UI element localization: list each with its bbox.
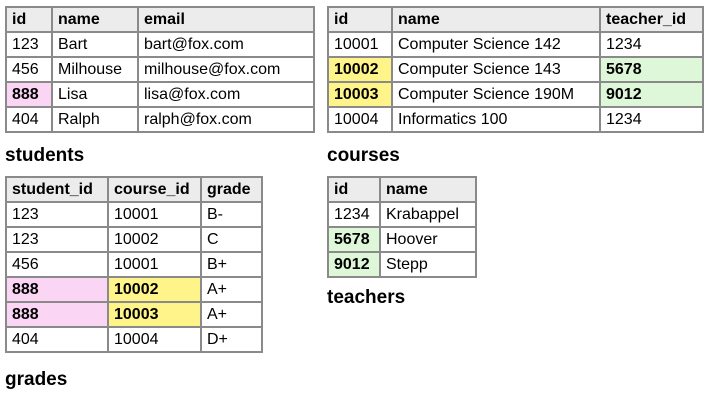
table-cell: 10002 [107,226,202,253]
table-cell: C [200,226,263,253]
table-row: 123 10001 B- [5,201,263,228]
grades-table: student_id course_id grade 123 10001 B- 123 100… [5,176,263,353]
table-row: 1234 Krabappel [327,201,477,228]
column-header: course_id [107,176,202,203]
column-header: id [327,176,381,203]
table-cell: 123 [5,226,109,253]
table-cell: 10001 [327,31,393,58]
table-cell: 123 [5,31,53,58]
table-cell: 5678 [327,226,381,253]
column-header: grade [200,176,263,203]
column-header: name [391,6,601,33]
table-cell: Computer Science 190M [391,81,601,108]
students-table-block: id name email 123 Bart bart@fox.com 456 Milhous… [5,6,315,133]
table-row: 5678 Hoover [327,226,477,253]
table-cell: D+ [200,326,263,353]
table-row: 888 10002 A+ [5,276,263,303]
table-row: 404 Ralph ralph@fox.com [5,106,315,133]
table-row: 9012 Stepp [327,251,477,278]
column-header: id [5,6,53,33]
students-caption: students [5,145,85,166]
courses-table: id name teacher_id 10001 Computer Science 14… [327,6,704,133]
header-row: student_id course_id grade [5,176,263,203]
students-table: id name email 123 Bart bart@fox.com 456 Milhous… [5,6,315,133]
table-cell: Milhouse [51,56,139,83]
table-cell: Computer Science 143 [391,56,601,83]
table-row: 404 10004 D+ [5,326,263,353]
table-cell: A+ [200,276,263,303]
header-row: id name teacher_id [327,6,704,33]
teachers-table: id name 1234 Krabappel 5678 Hoover 9012 Stepp [327,176,477,278]
table-row: 456 Milhouse milhouse@fox.com [5,56,315,83]
column-header: teacher_id [599,6,704,33]
table-cell: 888 [5,81,53,108]
table-cell: 10001 [107,201,202,228]
table-cell: 456 [5,56,53,83]
teachers-table-block: id name 1234 Krabappel 5678 Hoover 9012 Stepp [327,176,477,278]
table-row: 10004 Informatics 100 1234 [327,106,704,133]
table-cell: 10002 [107,276,202,303]
table-cell: 10002 [327,56,393,83]
table-cell: ralph@fox.com [137,106,315,133]
column-header: name [51,6,139,33]
table-cell: Krabappel [379,201,477,228]
table-cell: 10004 [107,326,202,353]
table-cell: 888 [5,276,109,303]
table-cell: lisa@fox.com [137,81,315,108]
table-row: 10001 Computer Science 142 1234 [327,31,704,58]
grades-caption: grades [5,369,68,390]
table-cell: Computer Science 142 [391,31,601,58]
table-cell: 10003 [327,81,393,108]
table-cell: B+ [200,251,263,278]
courses-table-block: id name teacher_id 10001 Computer Science 14… [327,6,704,133]
table-row: 123 10002 C [5,226,263,253]
table-cell: A+ [200,301,263,328]
table-cell: Bart [51,31,139,58]
column-header: id [327,6,393,33]
table-cell: 888 [5,301,109,328]
table-cell: Hoover [379,226,477,253]
courses-caption: courses [327,145,400,166]
table-cell: Informatics 100 [391,106,601,133]
table-cell: 5678 [599,56,704,83]
column-header: student_id [5,176,109,203]
table-cell: Lisa [51,81,139,108]
table-cell: 1234 [599,106,704,133]
table-row: 456 10001 B+ [5,251,263,278]
table-cell: B- [200,201,263,228]
teachers-caption: teachers [327,287,406,308]
table-cell: 123 [5,201,109,228]
column-header: email [137,6,315,33]
table-row: 888 10003 A+ [5,301,263,328]
table-row: 10002 Computer Science 143 5678 [327,56,704,83]
table-cell: bart@fox.com [137,31,315,58]
header-row: id name [327,176,477,203]
table-cell: milhouse@fox.com [137,56,315,83]
column-header: name [379,176,477,203]
header-row: id name email [5,6,315,33]
table-row: 10003 Computer Science 190M 9012 [327,81,704,108]
table-row: 888 Lisa lisa@fox.com [5,81,315,108]
table-cell: 9012 [599,81,704,108]
table-cell: 10004 [327,106,393,133]
table-row: 123 Bart bart@fox.com [5,31,315,58]
table-cell: 456 [5,251,109,278]
grades-table-block: student_id course_id grade 123 10001 B- 123 100… [5,176,263,353]
table-cell: 404 [5,326,109,353]
table-cell: Ralph [51,106,139,133]
table-cell: 404 [5,106,53,133]
table-cell: Stepp [379,251,477,278]
table-cell: 10003 [107,301,202,328]
table-cell: 1234 [327,201,381,228]
table-cell: 9012 [327,251,381,278]
table-cell: 10001 [107,251,202,278]
table-cell: 1234 [599,31,704,58]
